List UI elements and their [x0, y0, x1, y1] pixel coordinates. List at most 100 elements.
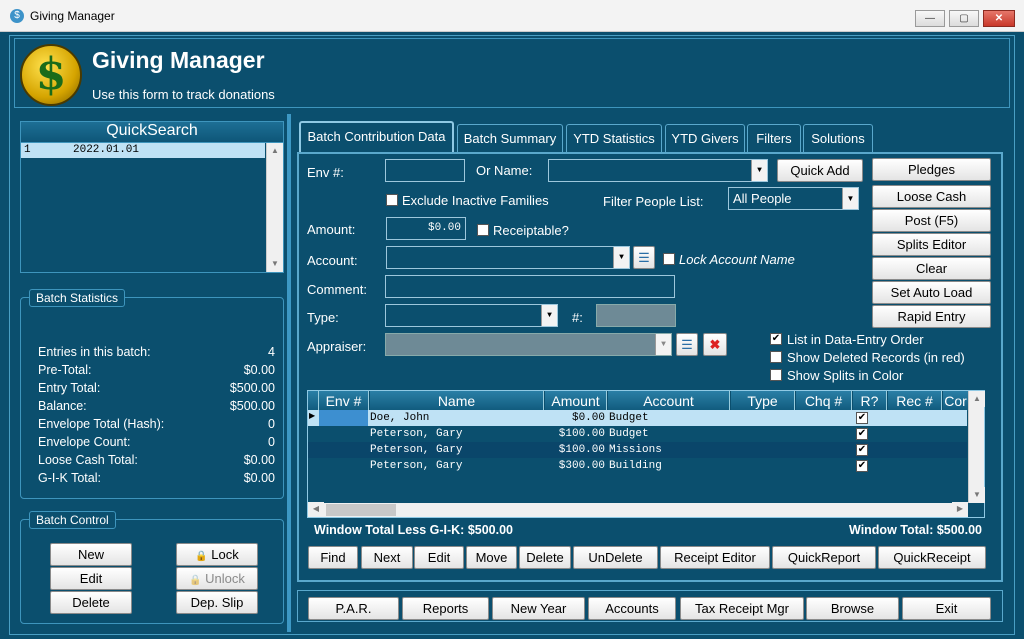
side-button-rapid-entry[interactable]: Rapid Entry: [872, 305, 991, 328]
grid-button-undelete[interactable]: UnDelete: [573, 546, 658, 569]
scroll-left-icon[interactable]: ◀: [308, 502, 324, 516]
grid-header-type[interactable]: Type: [731, 391, 795, 411]
account-label: Account:: [307, 253, 358, 268]
tab-filters[interactable]: Filters: [747, 124, 801, 152]
grid-header-name[interactable]: Name: [370, 391, 544, 411]
filter-people-value: All People: [733, 191, 792, 206]
show-deleted-checkbox[interactable]: [770, 351, 782, 363]
grid-header-rec-[interactable]: Rec #: [888, 391, 942, 411]
footer-button-new-year[interactable]: New Year: [492, 597, 585, 620]
tab-solutions[interactable]: Solutions: [803, 124, 873, 152]
appraiser-list-icon[interactable]: ☰: [676, 333, 698, 356]
footer-button-tax-receipt-mgr[interactable]: Tax Receipt Mgr: [680, 597, 804, 620]
account-list-icon[interactable]: ☰: [633, 246, 655, 269]
quicksearch-scrollbar[interactable]: ▲ ▼: [266, 143, 283, 272]
scroll-up-icon[interactable]: ▲: [267, 143, 283, 159]
chevron-down-icon[interactable]: ▼: [751, 160, 767, 181]
exclude-inactive-checkbox[interactable]: [386, 194, 398, 206]
quicksearch-row[interactable]: 1 2022.01.01: [21, 143, 265, 158]
maximize-button[interactable]: ▢: [949, 10, 979, 27]
batch-lock-button[interactable]: 🔒 Lock: [176, 543, 258, 566]
footer-button-reports[interactable]: Reports: [402, 597, 489, 620]
grid-cell-name: Peterson, Gary: [370, 428, 463, 440]
footer-button-p-a-r-[interactable]: P.A.R.: [308, 597, 399, 620]
footer-button-accounts[interactable]: Accounts: [588, 597, 676, 620]
amount-input[interactable]: $0.00: [386, 217, 466, 240]
grid-cell-amount: $100.00: [558, 428, 605, 440]
grid-button-edit[interactable]: Edit: [414, 546, 464, 569]
grid-receiptable-checkbox[interactable]: ✔: [856, 460, 868, 472]
scroll-right-icon[interactable]: ▶: [952, 502, 968, 516]
quick-add-button[interactable]: Quick Add: [777, 159, 863, 182]
grid-header-r-[interactable]: R?: [853, 391, 887, 411]
close-button[interactable]: ✕: [983, 10, 1015, 27]
side-button-splits-editor[interactable]: Splits Editor: [872, 233, 991, 256]
grid-button-quickreport[interactable]: QuickReport: [772, 546, 876, 569]
side-button-set-auto-load[interactable]: Set Auto Load: [872, 281, 991, 304]
grid-header-env-[interactable]: Env #: [319, 391, 369, 411]
type-combo[interactable]: ▼: [385, 304, 558, 327]
hash-input: [596, 304, 676, 327]
grid-header-chq-[interactable]: Chq #: [796, 391, 852, 411]
receiptable-checkbox[interactable]: [477, 224, 489, 236]
grid-header-account[interactable]: Account: [608, 391, 730, 411]
clear-appraiser-icon[interactable]: ✖: [703, 333, 727, 356]
grid-button-next[interactable]: Next: [361, 546, 413, 569]
comment-input[interactable]: [385, 275, 675, 298]
filter-people-select[interactable]: All People ▼: [728, 187, 859, 210]
batch-edit-button[interactable]: Edit: [50, 567, 132, 590]
stat-label: Envelope Count:: [38, 435, 131, 449]
grid-button-quickreceipt[interactable]: QuickReceipt: [878, 546, 986, 569]
env-cell-selected[interactable]: [319, 410, 368, 426]
env-input[interactable]: [385, 159, 465, 182]
batch-new-button[interactable]: New: [50, 543, 132, 566]
chevron-down-icon[interactable]: ▼: [613, 247, 629, 268]
side-button-loose-cash[interactable]: Loose Cash: [872, 185, 991, 208]
hscroll-thumb[interactable]: [326, 504, 396, 516]
quicksearch-row-num: 1: [24, 144, 31, 156]
receiptable-label: Receiptable?: [493, 223, 569, 238]
grid-header-cor[interactable]: Cor: [943, 391, 969, 411]
grid-receiptable-checkbox[interactable]: ✔: [856, 444, 868, 456]
grid-button-find[interactable]: Find: [308, 546, 358, 569]
lock-account-checkbox[interactable]: [663, 253, 675, 265]
scroll-up-icon[interactable]: ▲: [969, 391, 985, 407]
scroll-down-icon[interactable]: ▼: [969, 487, 985, 503]
or-name-combo[interactable]: ▼: [548, 159, 768, 182]
footer-button-exit[interactable]: Exit: [902, 597, 991, 620]
grid-button-move[interactable]: Move: [466, 546, 517, 569]
stat-label: Entries in this batch:: [38, 345, 151, 359]
window-total: Window Total: $500.00: [849, 523, 983, 537]
account-combo[interactable]: ▼: [386, 246, 630, 269]
chevron-down-icon[interactable]: ▼: [842, 188, 858, 209]
dep-slip-button[interactable]: Dep. Slip: [176, 591, 258, 614]
quicksearch-list[interactable]: [20, 142, 284, 273]
side-button-post-f5-[interactable]: Post (F5): [872, 209, 991, 232]
exclude-inactive-label: Exclude Inactive Families: [402, 193, 549, 208]
grid-header-amount[interactable]: Amount: [545, 391, 607, 411]
grid-hscroll[interactable]: ◀ ▶: [308, 502, 968, 517]
splitter[interactable]: [287, 114, 291, 632]
show-splits-checkbox[interactable]: [770, 369, 782, 381]
side-button-clear[interactable]: Clear: [872, 257, 991, 280]
tab-batch-contribution-data[interactable]: Batch Contribution Data: [299, 121, 454, 153]
grid-vscroll[interactable]: ▲ ▼: [968, 391, 985, 503]
tab-batch-summary[interactable]: Batch Summary: [457, 124, 563, 152]
grid-receiptable-checkbox[interactable]: ✔: [856, 412, 868, 424]
chevron-down-icon[interactable]: ▼: [541, 305, 557, 326]
grid-receiptable-checkbox[interactable]: ✔: [856, 428, 868, 440]
tab-ytd-statistics[interactable]: YTD Statistics: [566, 124, 662, 152]
batch-delete-button[interactable]: Delete: [50, 591, 132, 614]
grid-button-delete[interactable]: Delete: [519, 546, 571, 569]
minimize-button[interactable]: —: [915, 10, 945, 27]
side-button-pledges[interactable]: Pledges: [872, 158, 991, 181]
footer-button-browse[interactable]: Browse: [806, 597, 899, 620]
stat-label: Entry Total:: [38, 381, 101, 395]
list-order-checkbox[interactable]: ✔: [770, 333, 782, 345]
batch-control-title: Batch Control: [29, 511, 116, 529]
tab-ytd-givers[interactable]: YTD Givers: [665, 124, 745, 152]
scroll-down-icon[interactable]: ▼: [267, 256, 283, 272]
grid-button-receipt-editor[interactable]: Receipt Editor: [660, 546, 770, 569]
grid-cell-account: Budget: [609, 412, 649, 424]
title-bar: $ Giving Manager — ▢ ✕: [0, 0, 1024, 32]
